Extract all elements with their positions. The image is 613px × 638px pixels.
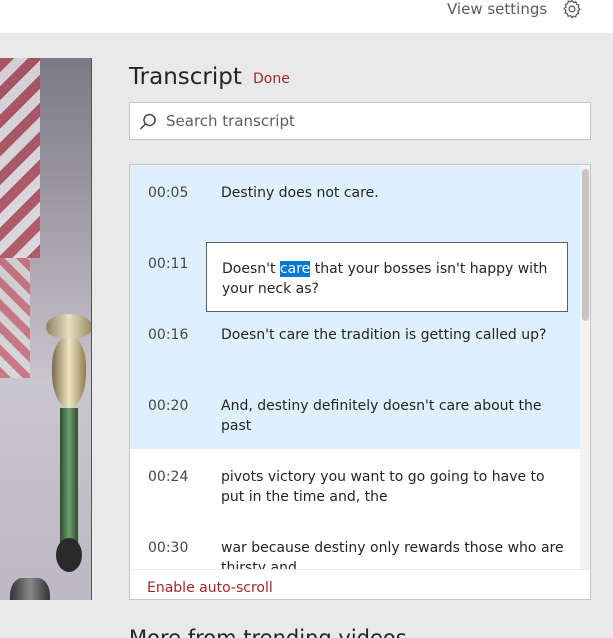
trophy-image	[10, 578, 50, 600]
video-background-pattern	[0, 258, 30, 378]
view-settings-button[interactable]: View settings	[447, 0, 547, 18]
timestamp[interactable]: 00:05	[148, 185, 188, 202]
gear-icon[interactable]	[561, 0, 583, 20]
transcript-list: 00:05 Destiny does not care. 00:11 Doesn…	[130, 165, 580, 591]
transcript-panel: 00:05 Destiny does not care. 00:11 Doesn…	[129, 164, 591, 600]
video-player[interactable]	[0, 58, 92, 600]
caption-edit-field[interactable]: Doesn't care that your bosses isn't happ…	[206, 242, 568, 312]
transcript-title: Transcript	[129, 64, 242, 90]
timestamp[interactable]: 00:20	[148, 398, 188, 415]
timestamp[interactable]: 00:16	[148, 327, 188, 344]
autoscroll-bar: Enable auto-scroll	[130, 569, 590, 599]
search-input[interactable]	[166, 109, 576, 133]
caption-text[interactable]: pivots victory you want to go going to h…	[221, 467, 566, 507]
video-background-pattern	[0, 58, 40, 258]
trophy-image	[46, 314, 91, 338]
selected-text: care	[279, 261, 311, 277]
caption-text[interactable]: Doesn't care the tradition is getting ca…	[221, 325, 566, 345]
done-button[interactable]: Done	[253, 71, 290, 88]
search-icon	[138, 112, 158, 132]
transcript-row[interactable]: 00:20 And, destiny definitely doesn't ca…	[130, 378, 580, 449]
caption-text-before: Doesn't	[222, 261, 280, 277]
scrollbar-thumb[interactable]	[582, 169, 589, 321]
timestamp[interactable]: 00:24	[148, 469, 188, 486]
timestamp[interactable]: 00:30	[148, 540, 188, 557]
top-bar: View settings	[0, 0, 613, 33]
scrollbar[interactable]	[580, 165, 590, 569]
caption-text[interactable]: And, destiny definitely doesn't care abo…	[221, 396, 566, 436]
trophy-image	[60, 408, 78, 548]
timestamp[interactable]: 00:11	[148, 256, 188, 273]
transcript-row[interactable]: 00:05 Destiny does not care.	[130, 165, 580, 236]
more-section-title: More from trending videos	[129, 626, 407, 638]
enable-autoscroll-button[interactable]: Enable auto-scroll	[147, 580, 273, 597]
transcript-row[interactable]: 00:11 Doesn't care that your bosses isn'…	[130, 236, 580, 312]
trophy-image	[52, 338, 86, 408]
search-box[interactable]	[129, 102, 591, 140]
transcript-row[interactable]: 00:16 Doesn't care the tradition is gett…	[130, 307, 580, 378]
caption-text[interactable]: Destiny does not care.	[221, 183, 566, 203]
trophy-image	[56, 538, 82, 572]
transcript-row[interactable]: 00:24 pivots victory you want to go goin…	[130, 449, 580, 520]
